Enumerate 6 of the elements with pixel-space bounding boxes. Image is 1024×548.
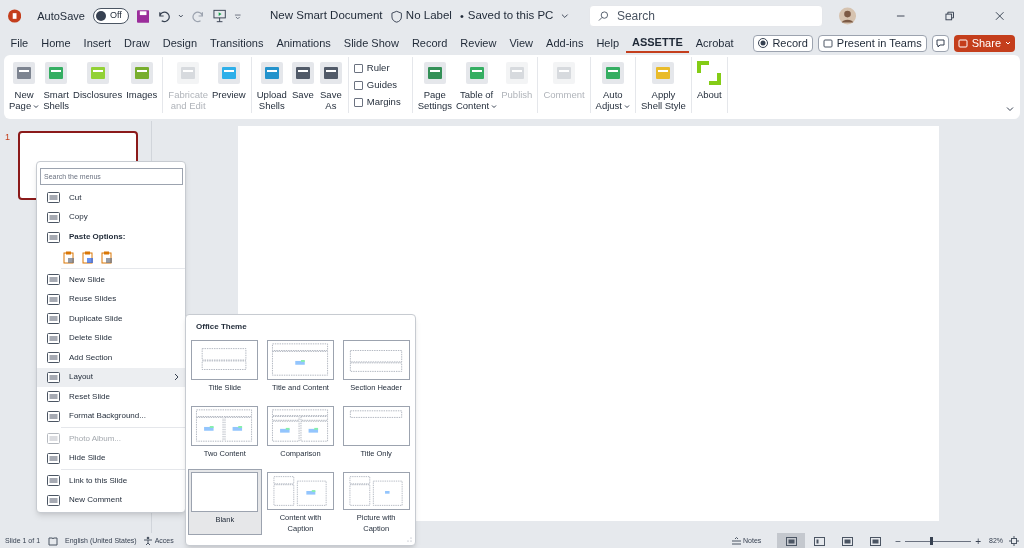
autosave-label: AutoSave bbox=[37, 8, 85, 24]
document-title: New Smart Document bbox=[270, 8, 383, 24]
layout-menu-title: Office Theme bbox=[196, 321, 248, 333]
separator-dot: • bbox=[459, 8, 464, 24]
slide-number: 1 bbox=[5, 131, 10, 144]
paste-options-heading: Paste Options: bbox=[69, 231, 126, 243]
